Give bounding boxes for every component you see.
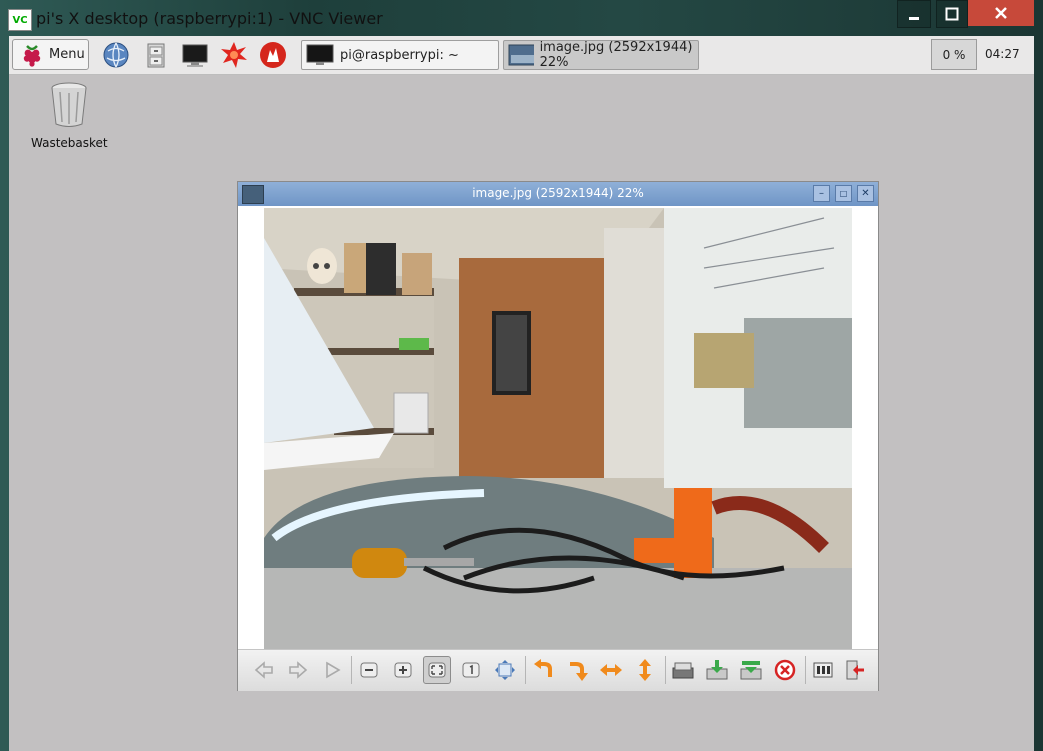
maximize-icon: □: [839, 189, 848, 198]
maximize-button[interactable]: [936, 0, 968, 28]
close-icon: [995, 7, 1007, 19]
pi-desktop: Menu pi@raspberrypi: ~ image.jpg (2592x1…: [9, 36, 1034, 751]
fullscreen-icon[interactable]: [491, 656, 519, 684]
task-terminal[interactable]: pi@raspberrypi: ~: [301, 40, 499, 70]
terminal-monitor-icon[interactable]: [181, 41, 209, 69]
file-cabinet-icon[interactable]: [142, 41, 170, 69]
taskbar: Menu pi@raspberrypi: ~ image.jpg (2592x1…: [9, 36, 1034, 75]
minimize-icon: [909, 17, 919, 20]
rotate-right-icon[interactable]: [563, 656, 591, 684]
vnc-window: VC pi's X desktop (raspberrypi:1) - VNC …: [0, 0, 1043, 751]
vnc-title-bar[interactable]: VC pi's X desktop (raspberrypi:1) - VNC …: [0, 0, 1043, 36]
minimize-icon: –: [819, 188, 824, 199]
save-as-icon[interactable]: [737, 656, 765, 684]
task-image-viewer-label: image.jpg (2592x1944) 22%: [539, 40, 693, 70]
terminal-icon: [306, 44, 334, 65]
delete-icon[interactable]: [771, 656, 799, 684]
flip-vertical-icon[interactable]: [631, 656, 659, 684]
exit-icon[interactable]: [841, 656, 869, 684]
red-burst-icon[interactable]: [220, 41, 248, 69]
viewer-maximize-button[interactable]: □: [835, 185, 852, 202]
zoom-out-icon[interactable]: [355, 656, 383, 684]
maximize-icon: [945, 7, 959, 21]
vnc-window-title: pi's X desktop (raspberrypi:1) - VNC Vie…: [36, 9, 383, 28]
save-icon[interactable]: [703, 656, 731, 684]
preferences-icon[interactable]: [809, 656, 837, 684]
vnc-icon-label: VC: [12, 14, 28, 26]
minimize-button[interactable]: [897, 0, 931, 28]
image-viewer-window: image.jpg (2592x1944) 22% – □ ✕: [237, 181, 879, 691]
cpu-monitor[interactable]: 0 %: [931, 39, 977, 70]
zoom-in-icon[interactable]: [389, 656, 417, 684]
rotate-left-icon[interactable]: [529, 656, 557, 684]
flip-horizontal-icon[interactable]: [597, 656, 625, 684]
vnc-app-icon: VC: [8, 9, 32, 31]
raspberry-icon: [23, 44, 41, 67]
previous-icon[interactable]: [250, 656, 278, 684]
globe-icon[interactable]: [102, 41, 130, 69]
task-image-viewer[interactable]: image.jpg (2592x1944) 22%: [503, 40, 699, 70]
viewer-title: image.jpg (2592x1944) 22%: [472, 186, 644, 200]
close-button[interactable]: [968, 0, 1034, 26]
task-terminal-label: pi@raspberrypi: ~: [340, 47, 459, 63]
original-size-icon[interactable]: [457, 656, 485, 684]
wolfram-icon[interactable]: [259, 41, 287, 69]
menu-button[interactable]: Menu: [12, 39, 89, 70]
slideshow-icon[interactable]: [318, 656, 346, 684]
clock[interactable]: 04:27: [985, 47, 1020, 61]
displayed-photo[interactable]: [264, 208, 852, 649]
fit-window-icon[interactable]: [423, 656, 451, 684]
close-icon: ✕: [861, 188, 870, 199]
desktop-icon-wastebasket[interactable]: Wastebasket: [31, 82, 108, 150]
viewer-toolbar: [238, 649, 878, 691]
viewer-close-button[interactable]: ✕: [857, 185, 874, 202]
image-thumbnail-icon: [508, 44, 534, 66]
next-icon[interactable]: [284, 656, 312, 684]
viewer-minimize-button[interactable]: –: [813, 185, 830, 202]
photo-image: [264, 208, 852, 649]
open-file-icon[interactable]: [669, 656, 697, 684]
menu-label: Menu: [49, 47, 85, 62]
trash-icon: [51, 82, 87, 127]
viewer-title-bar[interactable]: image.jpg (2592x1944) 22% – □ ✕: [238, 182, 878, 206]
wastebasket-label: Wastebasket: [31, 136, 108, 150]
